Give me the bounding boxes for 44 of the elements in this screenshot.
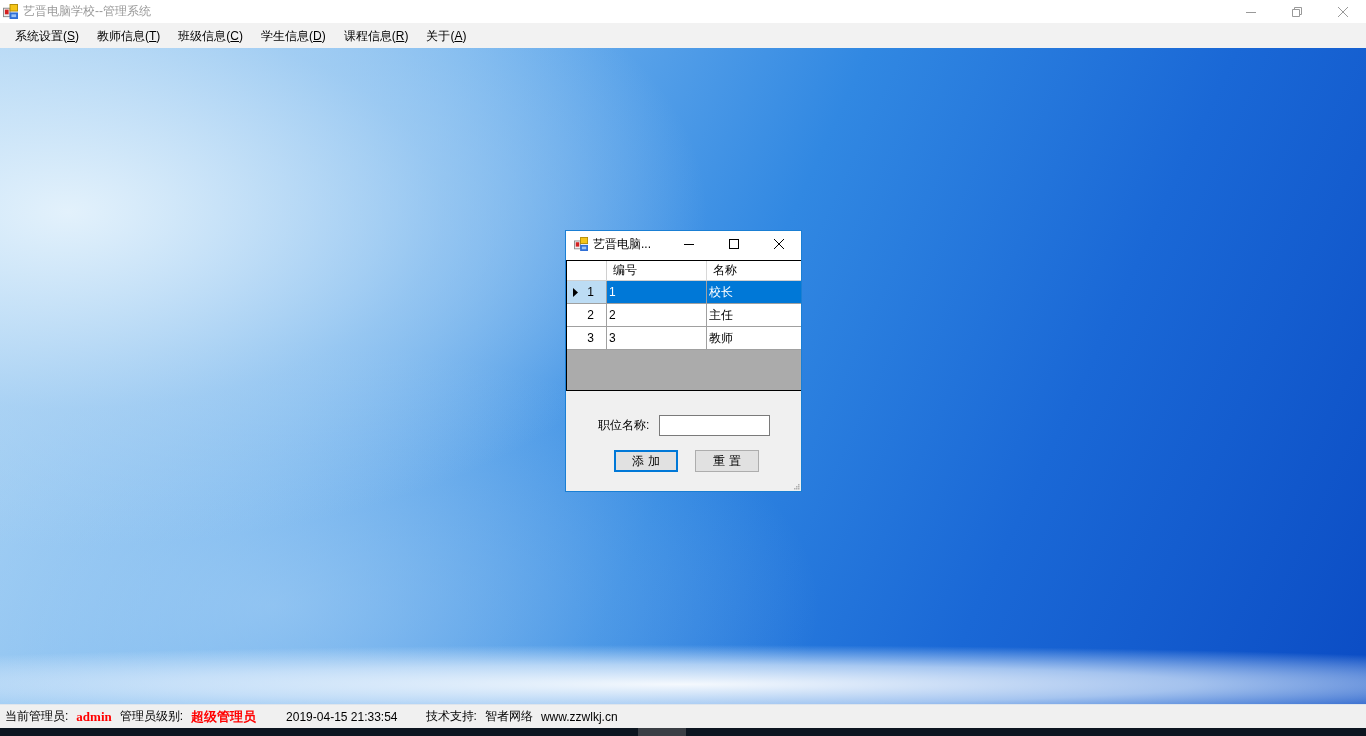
table-row[interactable]: 3 3 教师 — [567, 327, 801, 350]
table-cell: 1 — [607, 281, 707, 303]
timestamp-text: 2019-04-15 21:33:54 — [286, 709, 398, 724]
maximize-icon — [728, 239, 739, 249]
status-label: 管理员级别: — [119, 708, 184, 725]
field-label: 职位名称: — [598, 417, 651, 434]
window-title: 艺晋电脑学校--管理系统 — [23, 3, 151, 20]
restore-icon — [1292, 6, 1302, 17]
column-header[interactable]: 名称 — [707, 261, 801, 280]
status-value: admin — [76, 708, 112, 725]
table-cell-text: 教师 — [708, 330, 734, 347]
taskbar-item[interactable] — [638, 728, 686, 736]
table-row[interactable]: 2 2 主任 — [567, 304, 801, 327]
menu-item[interactable]: 班级信息(C) — [169, 26, 253, 45]
table-row[interactable]: 1 1 校长 — [567, 281, 801, 304]
app-icon — [574, 237, 588, 251]
column-header[interactable]: 编号 — [607, 261, 707, 280]
status-label: 当前管理员: — [5, 708, 69, 725]
status-text: 智者网络 — [484, 708, 533, 725]
menu-item[interactable]: 课程信息(R) — [334, 26, 418, 45]
resize-grip-icon[interactable] — [793, 483, 800, 490]
status-value: 超级管理员 — [191, 707, 257, 726]
close-icon — [1338, 6, 1348, 17]
row-number: 3 — [587, 331, 594, 345]
form-button[interactable]: 添 加 — [614, 450, 678, 472]
menu-item[interactable]: 系统设置(S) — [6, 26, 88, 45]
status-text: www.zzwlkj.cn — [540, 709, 618, 724]
input-field[interactable] — [659, 415, 770, 436]
status-label: 技术支持: — [425, 708, 477, 725]
dialog-title: 艺晋电脑... — [593, 235, 651, 253]
app-icon — [3, 4, 18, 19]
row-header-cell[interactable]: 1 — [567, 281, 607, 303]
current-row-icon — [573, 287, 578, 297]
form-button[interactable]: 重 置 — [695, 450, 759, 472]
table-cell: 3 — [607, 327, 707, 349]
table-cell-text: 校长 — [708, 284, 734, 301]
row-number: 1 — [587, 285, 594, 299]
close-icon — [773, 239, 784, 249]
row-number: 2 — [587, 308, 594, 322]
table-cell-text: 主任 — [708, 307, 734, 324]
menu-item[interactable]: 关于(A) — [417, 26, 476, 45]
menu-item[interactable]: 学生信息(D) — [252, 26, 335, 45]
table-cell: 2 — [607, 304, 707, 326]
menu-item[interactable]: 教师信息(T) — [88, 26, 170, 45]
